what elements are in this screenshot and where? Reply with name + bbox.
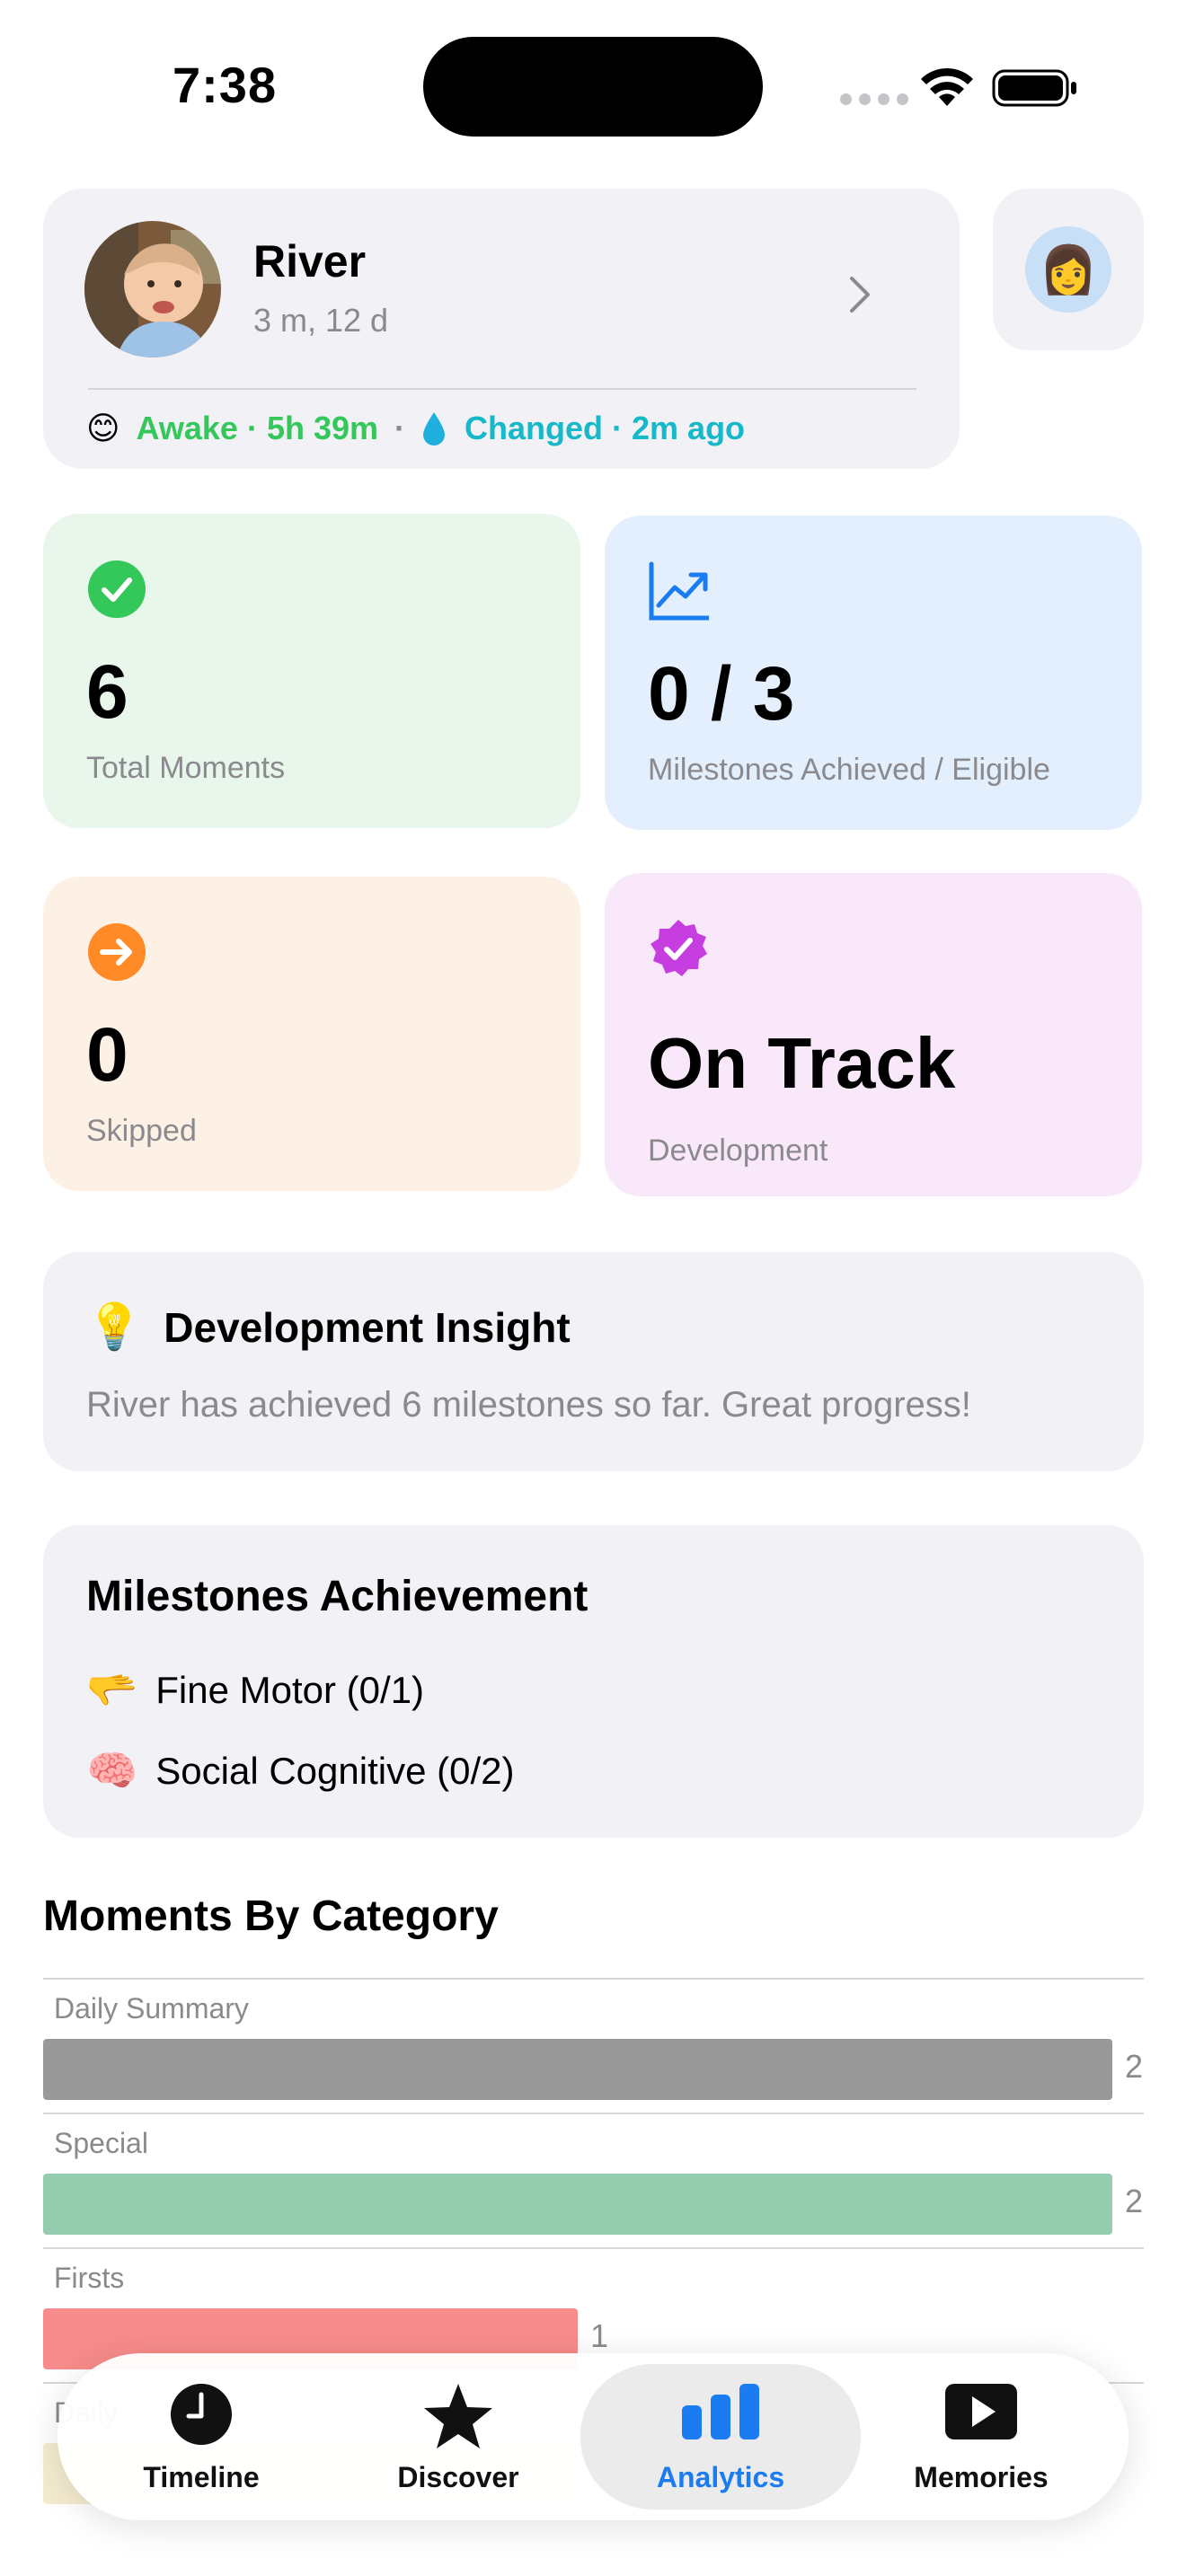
tab-label: Analytics	[656, 2461, 785, 2493]
milestones-label: Milestones Achieved / Eligible	[648, 753, 1050, 787]
clock-icon	[171, 2384, 232, 2445]
milestones-value: 0 / 3	[648, 651, 795, 736]
milestone-label: Fine Motor (0/1)	[155, 1668, 425, 1711]
tab-analytics[interactable]: Analytics	[580, 2364, 861, 2510]
category-row: Daily Summary 2	[43, 1978, 1144, 2113]
development-insight-card: 💡 Development Insight River has achieved…	[43, 1252, 1144, 1471]
wifi-icon	[921, 67, 973, 106]
milestones-achievement-card: Milestones Achievement 🫳 Fine Motor (0/1…	[43, 1525, 1144, 1838]
category-bar	[43, 2174, 1112, 2235]
status-time: 7:38	[173, 57, 278, 113]
development-status-label: Development	[648, 1134, 828, 1168]
tab-timeline[interactable]: Timeline	[75, 2353, 327, 2520]
category-bar	[43, 2039, 1112, 2100]
baby-status-row: 😊 Awake · 5h 39m · Changed · 2m ago	[86, 410, 745, 447]
battery-icon	[992, 69, 1076, 107]
bar-chart-icon	[682, 2384, 759, 2439]
category-label: Special	[54, 2127, 148, 2159]
check-circle-icon	[88, 560, 146, 618]
milestone-item-social-cognitive[interactable]: 🧠 Social Cognitive (0/2)	[86, 1746, 514, 1795]
water-drop-icon	[423, 412, 446, 446]
skipped-value: 0	[86, 1012, 128, 1097]
tab-memories[interactable]: Memories	[855, 2353, 1107, 2520]
skipped-card[interactable]: 0 Skipped	[43, 877, 580, 1191]
brain-emoji-icon: 🧠	[86, 1747, 138, 1794]
category-label: Daily Summary	[54, 1992, 249, 2025]
play-icon	[945, 2384, 1017, 2439]
trend-chart-icon	[649, 561, 709, 621]
chevron-right-icon	[850, 277, 870, 313]
insight-title: Development Insight	[164, 1303, 571, 1351]
changed-status: Changed · 2m ago	[465, 410, 746, 446]
category-label: Firsts	[54, 2262, 125, 2294]
tab-discover[interactable]: Discover	[332, 2353, 584, 2520]
verified-badge-icon	[651, 920, 707, 976]
awake-status: Awake · 5h 39m	[136, 410, 379, 446]
category-value: 2	[1125, 2183, 1144, 2219]
baby-age: 3 m, 12 d	[253, 302, 389, 339]
tab-label: Discover	[397, 2461, 519, 2493]
card-divider	[88, 388, 916, 390]
total-moments-label: Total Moments	[86, 751, 286, 785]
milestone-item-fine-motor[interactable]: 🫳 Fine Motor (0/1)	[86, 1665, 424, 1715]
insight-text: River has achieved 6 milestones so far. …	[86, 1385, 971, 1425]
star-icon	[424, 2384, 492, 2448]
baby-profile-card[interactable]: River 3 m, 12 d 😊 Awake · 5h 39m · Chang…	[43, 189, 960, 469]
insight-header: 💡 Development Insight	[86, 1301, 571, 1354]
category-row: Special 2	[43, 2113, 1144, 2247]
hand-emoji-icon: 🫳	[86, 1666, 138, 1713]
skipped-label: Skipped	[86, 1114, 197, 1148]
baby-name: River	[253, 236, 367, 287]
development-status-value: On Track	[648, 1023, 956, 1103]
milestone-label: Social Cognitive (0/2)	[155, 1749, 515, 1792]
parent-avatar-icon: 👩	[1025, 226, 1111, 313]
status-separator: ·	[394, 410, 406, 446]
baby-avatar	[84, 221, 221, 357]
total-moments-card[interactable]: 6 Total Moments	[43, 514, 580, 828]
tab-label: Memories	[914, 2461, 1049, 2493]
category-value: 1	[590, 2317, 609, 2354]
smile-emoji-icon: 😊	[86, 410, 120, 446]
cellular-signal-icon	[840, 93, 908, 105]
category-value: 2	[1125, 2048, 1144, 2085]
milestones-card[interactable]: 0 / 3 Milestones Achieved / Eligible	[605, 516, 1142, 830]
development-status-card[interactable]: On Track Development	[605, 873, 1142, 1196]
arrow-circle-icon	[88, 923, 146, 981]
dynamic-island	[423, 37, 763, 137]
moments-by-category-title: Moments By Category	[43, 1892, 499, 1940]
milestones-achievement-title: Milestones Achievement	[86, 1573, 589, 1620]
lightbulb-icon: 💡	[86, 1301, 143, 1352]
tab-bar: Timeline Discover Analytics Memories	[58, 2353, 1128, 2520]
parent-profile-button[interactable]: 👩	[993, 189, 1144, 350]
total-moments-value: 6	[86, 649, 128, 734]
tab-label: Timeline	[143, 2461, 260, 2493]
